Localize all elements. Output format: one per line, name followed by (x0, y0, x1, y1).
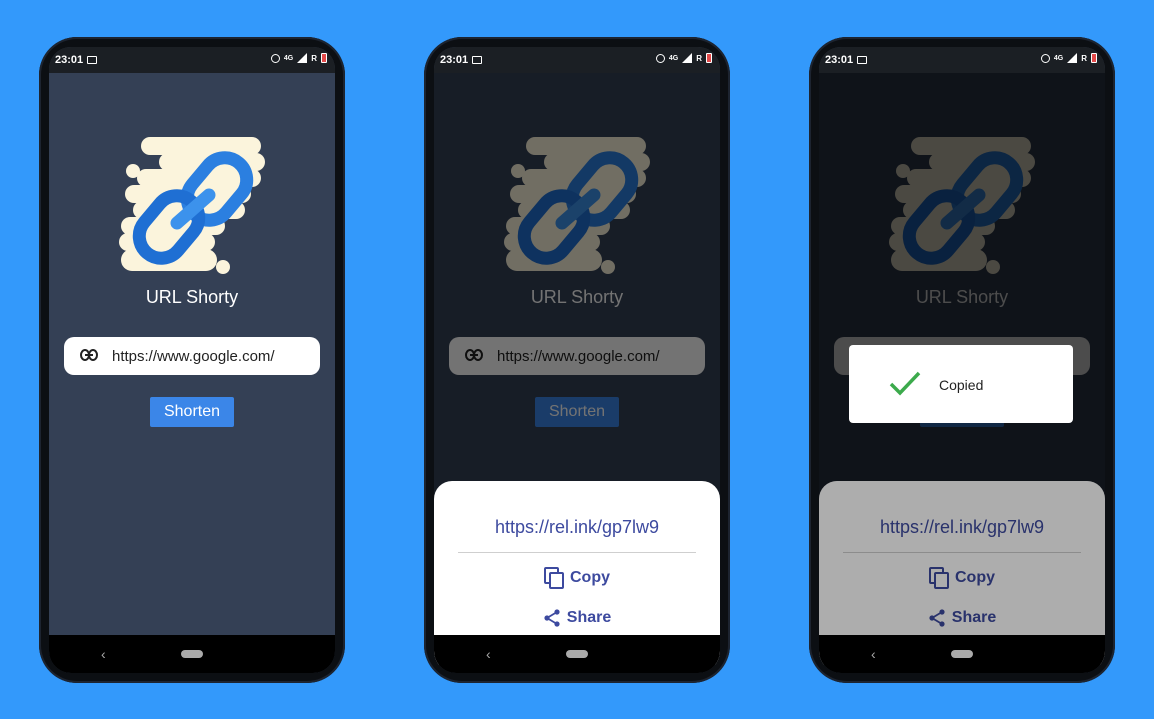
copied-toast: Copied (849, 345, 1073, 423)
network-type: 4G (283, 54, 294, 62)
share-label: Share (566, 609, 612, 626)
home-icon[interactable] (951, 650, 973, 658)
laptop-icon (472, 56, 482, 64)
signal-icon (1067, 53, 1078, 63)
status-time: 23:01 (440, 54, 469, 66)
signal-icon (297, 53, 308, 63)
copy-button[interactable]: Copy (434, 567, 720, 589)
link-icon (80, 349, 98, 361)
screen: 23:01 4G R (819, 47, 1105, 673)
nav-bar: ‹ (819, 635, 1105, 673)
battery-icon (1091, 53, 1097, 63)
status-time: 23:01 (55, 54, 84, 66)
app-main: URL Shorty https://www.google.com/ Short… (49, 73, 335, 635)
screen: 23:01 4G R (434, 47, 720, 673)
nav-bar: ‹ (49, 635, 335, 673)
status-bar: 23:01 4G R (819, 47, 1105, 73)
roaming-indicator: R (1081, 53, 1087, 63)
network-type: 4G (668, 54, 679, 62)
url-input-value: https://www.google.com/ (112, 348, 275, 365)
url-input[interactable]: https://www.google.com/ (64, 337, 320, 375)
shorten-button[interactable]: Shorten (150, 397, 234, 427)
screen: 23:01 4G R (49, 47, 335, 673)
short-url-text[interactable]: https://rel.ink/gp7lw9 (434, 517, 720, 538)
check-icon (889, 371, 921, 396)
roaming-indicator: R (696, 53, 702, 63)
share-icon (544, 609, 560, 627)
hotspot-icon (1040, 53, 1050, 63)
battery-icon (321, 53, 327, 63)
nav-bar: ‹ (434, 635, 720, 673)
network-type: 4G (1053, 54, 1064, 62)
hotspot-icon (270, 53, 280, 63)
status-bar: 23:01 4G R (434, 47, 720, 73)
app-logo-icon (119, 137, 265, 274)
copy-icon (544, 567, 564, 589)
laptop-icon (87, 56, 97, 64)
app-main: URL Shorty https://www.google.com/ Short… (819, 73, 1105, 665)
phone-main-screen: 23:01 4G R URL Shorty https://www.google… (39, 37, 345, 683)
status-bar: 23:01 4G R (49, 47, 335, 73)
back-icon[interactable]: ‹ (101, 646, 106, 662)
copy-label: Copy (570, 569, 610, 586)
app-main: URL Shorty https://www.google.com/ Short… (434, 73, 720, 665)
share-button[interactable]: Share (434, 609, 720, 627)
home-icon[interactable] (181, 650, 203, 658)
back-icon[interactable]: ‹ (871, 646, 876, 662)
laptop-icon (857, 56, 867, 64)
home-icon[interactable] (566, 650, 588, 658)
signal-icon (682, 53, 693, 63)
app-title: URL Shorty (145, 287, 239, 307)
phone-result-sheet: 23:01 4G R https://rel.ink/gp7lw9 Copy S… (424, 37, 730, 683)
battery-icon (706, 53, 712, 63)
hotspot-icon (655, 53, 665, 63)
status-time: 23:01 (825, 54, 854, 66)
back-icon[interactable]: ‹ (486, 646, 491, 662)
roaming-indicator: R (311, 53, 317, 63)
phone-copied-toast: 23:01 4G R https://rel.ink/gp7lw9 Copy S… (809, 37, 1115, 683)
divider (458, 552, 696, 553)
toast-message: Copied (939, 377, 984, 393)
